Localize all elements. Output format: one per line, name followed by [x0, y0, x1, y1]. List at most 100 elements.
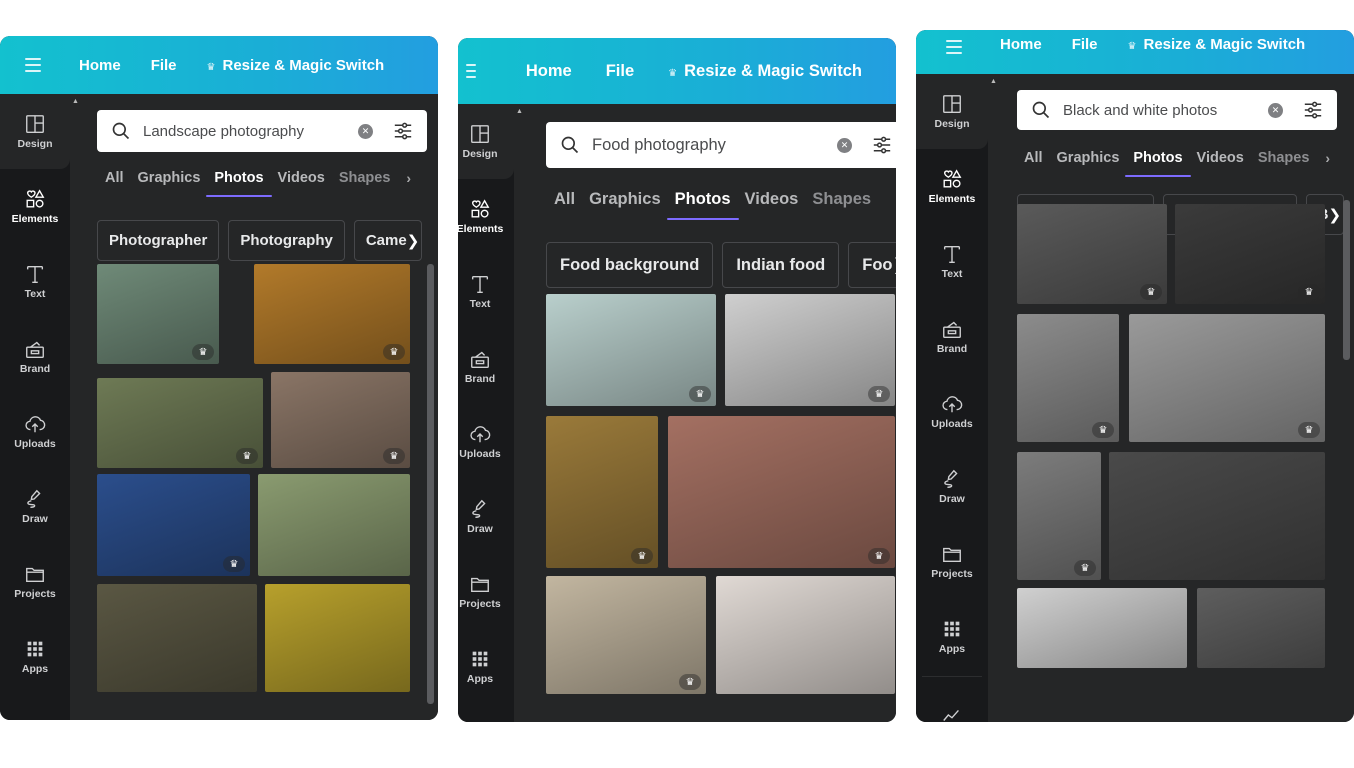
sidebar-item-elements[interactable]: Elements — [0, 169, 70, 244]
nav-file[interactable]: File — [606, 62, 634, 81]
photo-thumbnail[interactable] — [1109, 452, 1325, 580]
sidebar-item-text[interactable]: Text — [916, 224, 988, 299]
tab-all[interactable]: All — [105, 170, 124, 186]
photo-thumbnail[interactable] — [1017, 588, 1187, 668]
sidebar-item-brand[interactable]: Brand — [0, 319, 70, 394]
sidebar-item-apps[interactable]: Apps — [458, 629, 514, 704]
scroll-up-arrow[interactable]: ▲ — [72, 98, 79, 105]
sidebar-item-design[interactable]: Design — [916, 74, 988, 149]
sidebar-item-insights[interactable] — [916, 679, 988, 722]
photo-thumbnail[interactable] — [258, 474, 410, 576]
nav-file[interactable]: File — [1072, 36, 1098, 53]
suggestion-chip[interactable]: Photographer — [97, 220, 220, 261]
photo-thumbnail[interactable]: ♛ — [725, 294, 895, 406]
tab-graphics[interactable]: Graphics — [589, 190, 661, 209]
sidebar-item-projects[interactable]: Projects — [458, 554, 514, 629]
search-input[interactable]: Black and white photos ✕ — [1017, 90, 1337, 130]
photo-thumbnail[interactable]: ♛ — [668, 416, 895, 568]
tab-photos[interactable]: Photos — [1125, 150, 1191, 177]
photo-thumbnail[interactable]: ♛ — [97, 264, 219, 364]
tab-shapes[interactable]: Shapes — [339, 170, 391, 186]
filter-sliders-icon[interactable] — [393, 122, 413, 140]
sidebar-item-text[interactable]: Text — [458, 254, 514, 329]
clear-search-icon[interactable]: ✕ — [358, 123, 373, 139]
photo-thumbnail[interactable]: ♛ — [546, 416, 658, 568]
sidebar-item-projects[interactable]: Projects — [916, 524, 988, 599]
sidebar-item-uploads[interactable]: Uploads — [916, 374, 988, 449]
photo-thumbnail[interactable]: ♛ — [97, 474, 250, 576]
sidebar-item-design[interactable]: Design — [0, 94, 70, 169]
hamburger-icon[interactable] — [946, 40, 962, 54]
panel-scrollbar[interactable] — [1343, 200, 1350, 360]
sidebar-item-projects[interactable]: Projects — [0, 544, 70, 619]
panel-scrollbar[interactable] — [427, 264, 434, 704]
photo-thumbnail[interactable] — [716, 576, 895, 694]
sidebar-item-elements[interactable]: Elements — [916, 149, 988, 224]
search-icon — [1032, 101, 1050, 119]
photo-thumbnail[interactable]: ♛ — [271, 372, 410, 468]
photo-thumbnail[interactable] — [97, 584, 257, 692]
sidebar-item-uploads[interactable]: Uploads — [0, 394, 70, 469]
tab-all[interactable]: All — [554, 190, 575, 209]
nav-home[interactable]: Home — [526, 62, 572, 81]
search-input[interactable]: Food photography ✕ — [546, 122, 896, 168]
nav-home[interactable]: Home — [1000, 36, 1042, 53]
nav-resize[interactable]: ♛ Resize & Magic Switch — [207, 57, 385, 74]
sidebar-item-brand[interactable]: Brand — [916, 299, 988, 374]
sidebar-item-draw[interactable]: Draw — [916, 449, 988, 524]
nav-home[interactable]: Home — [79, 57, 121, 74]
sidebar-item-elements[interactable]: Elements — [458, 179, 514, 254]
photo-thumbnail[interactable]: ♛ — [254, 264, 410, 364]
photo-thumbnail[interactable]: ♛ — [1017, 204, 1167, 304]
hamburger-icon[interactable] — [466, 64, 476, 78]
scroll-up-arrow[interactable]: ▲ — [990, 78, 997, 85]
sidebar-item-uploads[interactable]: Uploads — [458, 404, 514, 479]
filter-sliders-icon[interactable] — [1303, 101, 1323, 119]
sidebar-item-draw[interactable]: Draw — [0, 469, 70, 544]
nav-resize[interactable]: ♛ Resize & Magic Switch — [668, 62, 862, 81]
tab-graphics[interactable]: Graphics — [1057, 150, 1120, 166]
tabs-next-chevron-icon[interactable]: › — [1325, 150, 1330, 166]
chips-next-chevron-icon[interactable]: ❯ — [892, 255, 896, 275]
photo-thumbnail[interactable]: ♛ — [1175, 204, 1325, 304]
suggestion-chip[interactable]: Food background — [546, 242, 714, 288]
tab-videos[interactable]: Videos — [1197, 150, 1244, 166]
sidebar-item-apps[interactable]: Apps — [916, 599, 988, 674]
tab-photos[interactable]: Photos — [666, 190, 739, 220]
tab-shapes[interactable]: Shapes — [812, 190, 871, 209]
tab-videos[interactable]: Videos — [745, 190, 799, 209]
search-input[interactable]: Landscape photography ✕ — [97, 110, 427, 152]
tab-all[interactable]: All — [1024, 150, 1043, 166]
hamburger-icon[interactable] — [25, 58, 41, 72]
suggestion-chip[interactable]: Foo❯ — [848, 242, 896, 288]
chips-next-chevron-icon[interactable]: ❯ — [1328, 206, 1341, 224]
sidebar-item-draw[interactable]: Draw — [458, 479, 514, 554]
tab-videos[interactable]: Videos — [278, 170, 325, 186]
photo-thumbnail[interactable]: ♛ — [1017, 314, 1119, 442]
tab-graphics[interactable]: Graphics — [138, 170, 201, 186]
photo-thumbnail[interactable]: ♛ — [1017, 452, 1101, 580]
tabs-next-chevron-icon[interactable]: › — [406, 170, 411, 186]
suggestion-chip[interactable]: Photography — [228, 220, 345, 261]
photo-thumbnail[interactable]: ♛ — [546, 576, 706, 694]
tab-photos[interactable]: Photos — [206, 170, 272, 197]
nav-resize[interactable]: ♛ Resize & Magic Switch — [1128, 36, 1306, 53]
photo-thumbnail[interactable]: ♛ — [546, 294, 716, 406]
photo-thumbnail[interactable] — [265, 584, 410, 692]
clear-search-icon[interactable]: ✕ — [837, 137, 852, 153]
chips-next-chevron-icon[interactable]: ❯ — [407, 232, 420, 250]
photo-thumbnail[interactable]: ♛ — [1129, 314, 1325, 442]
sidebar-item-apps[interactable]: Apps — [0, 619, 70, 694]
tab-shapes[interactable]: Shapes — [1258, 150, 1310, 166]
photo-thumbnail[interactable] — [1197, 588, 1325, 668]
photo-thumbnail[interactable]: ♛ — [97, 378, 263, 468]
filter-sliders-icon[interactable] — [872, 136, 892, 154]
scroll-up-arrow[interactable]: ▲ — [516, 108, 523, 115]
sidebar-item-text[interactable]: Text — [0, 244, 70, 319]
clear-search-icon[interactable]: ✕ — [1268, 102, 1283, 118]
nav-file[interactable]: File — [151, 57, 177, 74]
sidebar-item-design[interactable]: Design — [458, 104, 514, 179]
suggestion-chip[interactable]: Indian food — [722, 242, 840, 288]
suggestion-chip[interactable]: Came ❯ — [353, 220, 423, 261]
sidebar-item-brand[interactable]: Brand — [458, 329, 514, 404]
